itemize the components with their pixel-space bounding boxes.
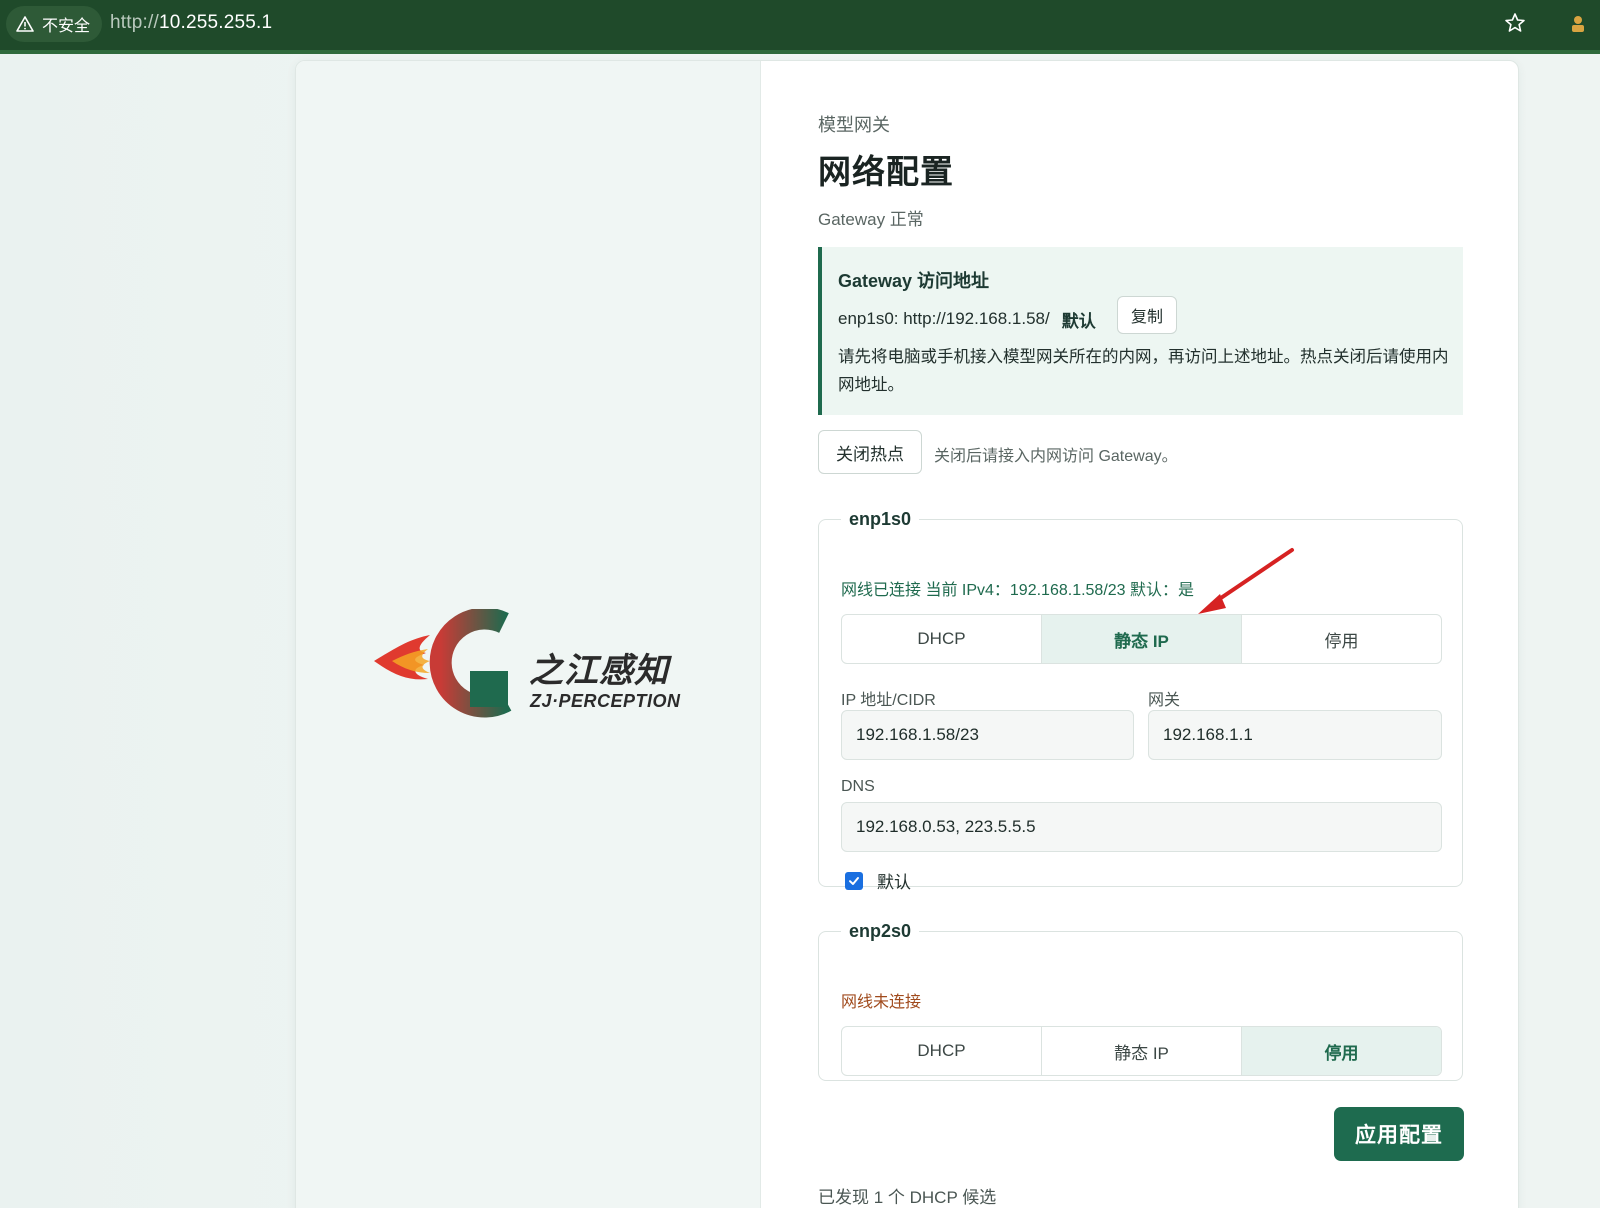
mode-dhcp-button[interactable]: DHCP: [842, 1027, 1042, 1075]
mode-selector: DHCP 静态 IP 停用: [841, 614, 1442, 664]
mode-disable-button[interactable]: 停用: [1242, 615, 1441, 663]
mode-dhcp-button[interactable]: DHCP: [842, 615, 1042, 663]
apply-config-button[interactable]: 应用配置: [1334, 1107, 1464, 1161]
access-address: enp1s0: http://192.168.1.58/: [838, 309, 1050, 328]
interface-name: enp1s0: [849, 509, 912, 529]
dhcp-candidates-text: 已发现 1 个 DHCP 候选: [818, 1188, 997, 1207]
default-route-option[interactable]: 默认: [845, 868, 911, 893]
interface-status: 网线已连接 当前 IPv4：192.168.1.58/23 默认：是: [841, 582, 1195, 599]
access-default-label: 默认: [1061, 311, 1096, 331]
access-title: Gateway 访问地址: [838, 271, 990, 291]
warning-icon: [16, 16, 34, 32]
gateway-status: Gateway 正常: [818, 210, 924, 229]
mode-static-ip-button[interactable]: 静态 IP: [1042, 1027, 1242, 1075]
interface-enp2s0: enp2s0 网线未连接 DHCP 静态 IP 停用: [818, 921, 1463, 1081]
brand-name-cn: 之江感知: [529, 652, 669, 690]
dns-label: DNS: [841, 778, 875, 795]
brand-panel: 之江感知 ZJ·PERCEPTION: [296, 61, 761, 1208]
page-kicker: 模型网关: [818, 115, 890, 135]
bookmark-star-icon[interactable]: [1503, 11, 1527, 35]
default-checkbox-label: 默认: [877, 873, 911, 892]
browser-toolbar: 不安全 http://10.255.255.1: [0, 0, 1600, 54]
gateway-label: 网关: [1148, 692, 1181, 709]
dns-input[interactable]: [841, 802, 1442, 852]
access-address-box: Gateway 访问地址 enp1s0: http://192.168.1.58…: [818, 247, 1463, 415]
interface-enp1s0: enp1s0 网线已连接 当前 IPv4：192.168.1.58/23 默认：…: [818, 509, 1463, 892]
hotspot-note: 关闭后请接入内网访问 Gateway。: [934, 448, 1178, 465]
close-hotspot-button[interactable]: 关闭热点: [818, 430, 922, 474]
default-checkbox[interactable]: [845, 871, 863, 890]
copy-button[interactable]: 复制: [1117, 296, 1177, 334]
mode-selector: DHCP 静态 IP 停用: [841, 1026, 1442, 1076]
ip-cidr-input[interactable]: [841, 710, 1134, 760]
security-label: 不安全: [42, 18, 91, 35]
url-host: 10.255.255.1: [158, 12, 273, 33]
mode-disable-button[interactable]: 停用: [1242, 1027, 1441, 1075]
address-bar[interactable]: http://10.255.255.1: [110, 12, 272, 34]
extension-icon[interactable]: [1568, 14, 1588, 34]
ip-label: IP 地址/CIDR: [841, 692, 936, 709]
gateway-input[interactable]: [1148, 710, 1442, 760]
interface-status: 网线未连接: [841, 994, 922, 1011]
page-title: 网络配置: [818, 153, 954, 190]
mode-static-ip-button[interactable]: 静态 IP: [1042, 615, 1242, 663]
url-scheme: http://: [110, 12, 159, 33]
interface-name: enp2s0: [849, 921, 912, 941]
network-config-card: 之江感知 ZJ·PERCEPTION 模型网关 网络配置 Gateway 正常 …: [295, 60, 1519, 1208]
access-address-line: enp1s0: http://192.168.1.58/ 默认: [838, 305, 1096, 333]
security-indicator[interactable]: 不安全: [6, 6, 103, 42]
access-note: 请先将电脑或手机接入模型网关所在的内网，再访问上述地址。热点关闭后请使用内网地址…: [838, 348, 1449, 394]
brand-name-en: ZJ·PERCEPTION: [530, 691, 681, 711]
checkmark-icon: [849, 876, 859, 885]
